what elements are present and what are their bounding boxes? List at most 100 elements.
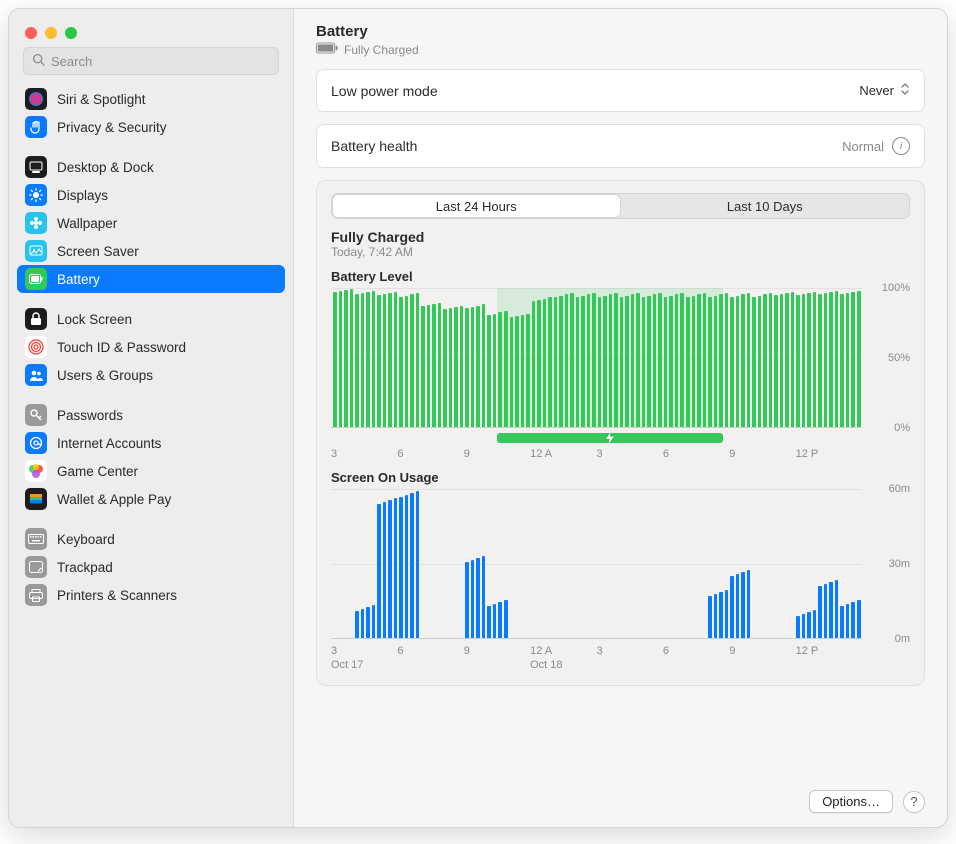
chart-bar bbox=[835, 291, 839, 427]
chart-bar bbox=[366, 292, 370, 427]
chart-bar bbox=[625, 296, 629, 427]
lock-icon bbox=[25, 308, 47, 330]
chart-bar bbox=[708, 596, 712, 638]
sidebar-item-trackpad[interactable]: Trackpad bbox=[17, 553, 285, 581]
sidebar-item-label: Siri & Spotlight bbox=[57, 92, 146, 107]
sidebar-item-desktop-dock[interactable]: Desktop & Dock bbox=[17, 153, 285, 181]
chart-bar bbox=[498, 312, 502, 427]
chart-bar bbox=[361, 293, 365, 427]
sidebar-item-label: Wallpaper bbox=[57, 216, 117, 231]
x-tick: 6 bbox=[663, 645, 729, 657]
wallet-icon bbox=[25, 488, 47, 510]
sidebar-item-label: Touch ID & Password bbox=[57, 340, 186, 355]
chart-bar bbox=[807, 293, 811, 427]
chart-bar bbox=[824, 584, 828, 638]
page-title: Battery bbox=[316, 23, 925, 40]
chart-bar bbox=[333, 292, 337, 427]
chart-bar bbox=[476, 558, 480, 638]
chart-bar bbox=[465, 308, 469, 427]
sidebar-item-displays[interactable]: Displays bbox=[17, 181, 285, 209]
y-label: 0% bbox=[894, 422, 910, 434]
chart-bar bbox=[471, 560, 475, 638]
hand-icon bbox=[25, 116, 47, 138]
sidebar-item-wallpaper[interactable]: Wallpaper bbox=[17, 209, 285, 237]
chart-bar bbox=[559, 296, 563, 427]
sidebar-item-label: Keyboard bbox=[57, 532, 115, 547]
low-power-popup[interactable]: Never bbox=[859, 82, 910, 99]
chart-bar bbox=[388, 293, 392, 427]
chart-bar bbox=[366, 607, 370, 638]
chart-bar bbox=[642, 297, 646, 427]
key-icon bbox=[25, 404, 47, 426]
x-tick: 12 P bbox=[796, 645, 862, 657]
date-label bbox=[796, 659, 862, 671]
chart-bar bbox=[416, 293, 420, 427]
chart-bar bbox=[840, 606, 844, 638]
chart-bar bbox=[774, 295, 778, 427]
battery-health-label: Battery health bbox=[331, 138, 417, 154]
date-label bbox=[663, 659, 729, 671]
chart-bar bbox=[675, 294, 679, 427]
chart-bar bbox=[846, 293, 850, 427]
chart-bar bbox=[658, 293, 662, 427]
chart-bar bbox=[410, 294, 414, 427]
chart-bar bbox=[680, 293, 684, 427]
battery-status-text: Fully Charged bbox=[344, 43, 419, 57]
sidebar-item-wallet-apple-pay[interactable]: Wallet & Apple Pay bbox=[17, 485, 285, 513]
sidebar-item-battery[interactable]: Battery bbox=[17, 265, 285, 293]
sidebar-item-lock-screen[interactable]: Lock Screen bbox=[17, 305, 285, 333]
search-input[interactable]: Search bbox=[23, 47, 279, 75]
chart-bar bbox=[383, 294, 387, 427]
zoom-window-button[interactable] bbox=[65, 27, 77, 39]
chart-bar bbox=[719, 294, 723, 427]
y-label: 50% bbox=[888, 352, 910, 364]
sidebar-item-siri-spotlight[interactable]: Siri & Spotlight bbox=[17, 85, 285, 113]
chart-bar bbox=[857, 600, 861, 638]
chart-bar bbox=[482, 556, 486, 638]
chart-bar bbox=[824, 293, 828, 427]
battery-level-title: Battery Level bbox=[331, 269, 910, 284]
footer: Options… ? bbox=[316, 780, 925, 813]
tab-last-24-hours[interactable]: Last 24 Hours bbox=[332, 194, 621, 218]
chart-bar bbox=[829, 582, 833, 638]
chart-bar bbox=[493, 604, 497, 638]
main-content: Battery Fully Charged Low power mode Nev… bbox=[294, 9, 947, 827]
x-tick: 12 A bbox=[530, 448, 596, 460]
chart-bar bbox=[758, 296, 762, 427]
sidebar-item-internet-accounts[interactable]: Internet Accounts bbox=[17, 429, 285, 457]
date-label bbox=[729, 659, 795, 671]
sidebar-item-label: Trackpad bbox=[57, 560, 113, 575]
chart-bar bbox=[350, 289, 354, 427]
sidebar-item-printers-scanners[interactable]: Printers & Scanners bbox=[17, 581, 285, 609]
sidebar-item-users-groups[interactable]: Users & Groups bbox=[17, 361, 285, 389]
help-button[interactable]: ? bbox=[903, 791, 925, 813]
y-label: 100% bbox=[882, 282, 910, 294]
chart-bar bbox=[399, 297, 403, 427]
chart-bar bbox=[487, 606, 491, 638]
minimize-window-button[interactable] bbox=[45, 27, 57, 39]
chart-bar bbox=[686, 297, 690, 427]
chart-bar bbox=[355, 611, 359, 638]
chart-bar bbox=[476, 306, 480, 427]
x-tick: 9 bbox=[464, 448, 530, 460]
info-icon[interactable]: i bbox=[892, 137, 910, 155]
close-window-button[interactable] bbox=[25, 27, 37, 39]
chart-bar bbox=[730, 576, 734, 638]
siri-icon bbox=[25, 88, 47, 110]
chart-bar bbox=[714, 296, 718, 427]
options-button[interactable]: Options… bbox=[809, 790, 893, 813]
sidebar-item-label: Privacy & Security bbox=[57, 120, 167, 135]
sidebar-item-touch-id-password[interactable]: Touch ID & Password bbox=[17, 333, 285, 361]
flower-icon bbox=[25, 212, 47, 234]
sidebar-item-screen-saver[interactable]: Screen Saver bbox=[17, 237, 285, 265]
sidebar-item-passwords[interactable]: Passwords bbox=[17, 401, 285, 429]
sidebar-item-keyboard[interactable]: Keyboard bbox=[17, 525, 285, 553]
chart-bar bbox=[372, 605, 376, 638]
sidebar-item-privacy-security[interactable]: Privacy & Security bbox=[17, 113, 285, 141]
chart-bar bbox=[857, 291, 861, 427]
date-label bbox=[397, 659, 463, 671]
chart-bar bbox=[498, 602, 502, 638]
sidebar-item-game-center[interactable]: Game Center bbox=[17, 457, 285, 485]
tab-last-10-days[interactable]: Last 10 Days bbox=[621, 194, 910, 218]
low-power-panel: Low power mode Never bbox=[316, 69, 925, 112]
